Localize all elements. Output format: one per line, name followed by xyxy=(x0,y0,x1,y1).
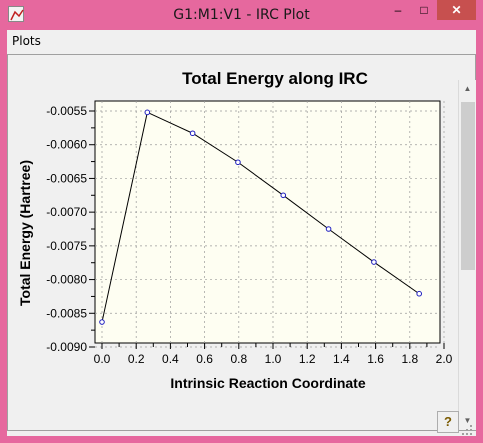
x-tick-label: 1.2 xyxy=(299,352,316,366)
resize-grip-icon[interactable] xyxy=(461,423,473,435)
y-tick-label: -0.0080 xyxy=(46,273,87,287)
x-tick-label: 0.8 xyxy=(230,352,247,366)
irc-chart: Total Energy along IRC 0.0 0.2 0.4 0.6 0.8 1.… xyxy=(17,69,453,391)
maximize-button[interactable]: □ xyxy=(411,0,437,20)
x-tick-label: 2.0 xyxy=(436,352,453,366)
data-point xyxy=(144,109,151,116)
y-tick-label: -0.0090 xyxy=(46,340,87,354)
data-point xyxy=(189,130,196,137)
close-button[interactable]: ✕ xyxy=(437,0,476,20)
x-tick-label: 1.4 xyxy=(333,352,350,366)
menu-plots[interactable]: Plots xyxy=(12,34,41,48)
y-tick-label: -0.0065 xyxy=(46,171,87,185)
x-axis-label: Intrinsic Reaction Coordinate xyxy=(170,375,365,391)
x-tick-label: 0.0 xyxy=(94,352,111,366)
plot-container: Total Energy along IRC 0.0 0.2 0.4 0.6 0.8 1.… xyxy=(7,54,476,431)
plot-background xyxy=(94,100,441,344)
x-tick-label: 0.2 xyxy=(128,352,145,366)
x-tick-label: 1.8 xyxy=(401,352,418,366)
data-point xyxy=(235,159,241,166)
y-axis-label: Total Energy (Hartree) xyxy=(17,160,33,306)
chart-title: Total Energy along IRC xyxy=(182,69,368,88)
minimize-button[interactable]: – xyxy=(385,0,411,20)
data-point xyxy=(371,259,377,265)
data-point xyxy=(99,319,105,325)
x-tick-label: 0.4 xyxy=(162,352,179,366)
irc-plot-window: G1:M1:V1 - IRC Plot – □ ✕ Plots Total En… xyxy=(0,0,483,443)
vertical-scrollbar[interactable]: ▲ ▼ xyxy=(458,80,476,430)
scroll-up-arrow[interactable]: ▲ xyxy=(459,80,476,97)
y-tick-label: -0.0060 xyxy=(46,138,87,152)
x-tick-label: 1.0 xyxy=(265,352,282,366)
y-tick-label: -0.0070 xyxy=(46,205,87,219)
scrollbar-thumb[interactable] xyxy=(461,102,475,270)
data-point xyxy=(416,290,423,297)
x-tick-label: 1.6 xyxy=(367,352,384,366)
help-button[interactable]: ? xyxy=(437,411,459,433)
y-tick-label: -0.0085 xyxy=(46,306,87,320)
y-tick-label: -0.0055 xyxy=(46,104,87,118)
title-bar[interactable]: G1:M1:V1 - IRC Plot – □ ✕ xyxy=(0,0,483,30)
client-area: Plots Total Energy along IRC 0.0 0.2 0.4 0.… xyxy=(7,30,476,436)
menu-bar: Plots xyxy=(7,30,476,52)
y-tick-label: -0.0075 xyxy=(46,239,87,253)
data-point xyxy=(325,226,332,232)
data-point xyxy=(280,192,287,199)
x-tick-label: 0.6 xyxy=(196,352,213,366)
